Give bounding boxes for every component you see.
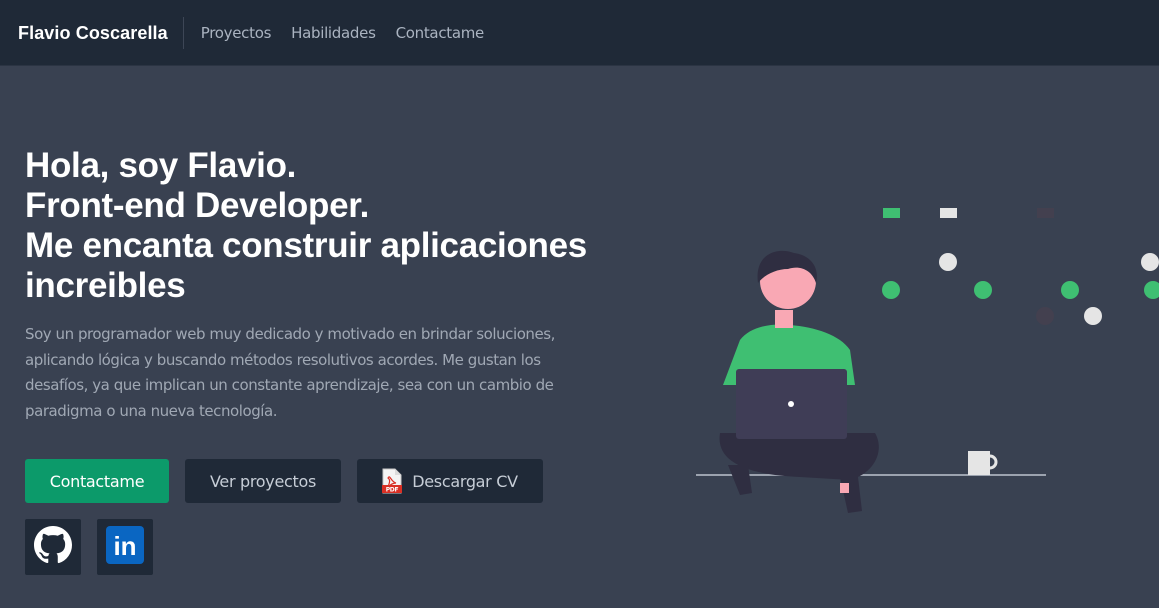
contact-button[interactable]: Contactame: [25, 459, 169, 503]
contact-button-label: Contactame: [49, 471, 145, 491]
pdf-file-icon: PDF: [382, 468, 403, 494]
hero-title-line: increibles: [25, 266, 186, 305]
linkedin-icon: in: [106, 526, 144, 568]
view-projects-button[interactable]: Ver proyectos: [185, 459, 341, 503]
nav-link-habilidades[interactable]: Habilidades: [291, 24, 376, 42]
brand-name[interactable]: Flavio Coscarella: [0, 16, 184, 49]
cta-buttons: Contactame Ver proyectos PDF Descargar C…: [25, 459, 543, 503]
green-dot: [1061, 281, 1079, 299]
linkedin-link[interactable]: in: [97, 519, 153, 575]
hero-title-line: Front-end Developer.: [25, 186, 370, 225]
download-cv-label: Descargar CV: [412, 471, 518, 491]
nav-link-proyectos[interactable]: Proyectos: [201, 24, 272, 42]
green-square: [883, 208, 900, 218]
white-square: [940, 208, 957, 218]
github-link[interactable]: [25, 519, 81, 575]
hero-title-line: Me encanta construir aplicaciones: [25, 226, 587, 265]
hero-title-line: Hola, soy Flavio.: [25, 146, 297, 185]
nav-links: Proyectos Habilidades Contactame: [184, 24, 485, 42]
view-projects-label: Ver proyectos: [210, 471, 316, 491]
hero-title: Hola, soy Flavio. Front-end Developer. M…: [25, 146, 625, 306]
dark-square: [1037, 208, 1054, 218]
green-dot: [882, 281, 900, 299]
green-dot: [974, 281, 992, 299]
white-dot: [939, 253, 957, 271]
hero-section: Hola, soy Flavio. Front-end Developer. M…: [25, 146, 625, 424]
hero-description: Soy un programador web muy dedicado y mo…: [25, 325, 555, 420]
nav-link-contactame[interactable]: Contactame: [396, 24, 485, 42]
dark-dot: [1036, 307, 1054, 325]
linkedin-icon-label: in: [113, 531, 136, 561]
developer-illustration: [690, 195, 1159, 525]
download-cv-button[interactable]: PDF Descargar CV: [357, 459, 543, 503]
white-dot: [1084, 307, 1102, 325]
mug: [968, 451, 990, 475]
github-icon: [34, 526, 72, 568]
navbar: Flavio Coscarella Proyectos Habilidades …: [0, 0, 1159, 66]
green-dot: [1144, 281, 1159, 299]
pdf-icon-label: PDF: [386, 487, 399, 494]
social-links: in: [25, 519, 153, 575]
white-dot: [1141, 253, 1159, 271]
